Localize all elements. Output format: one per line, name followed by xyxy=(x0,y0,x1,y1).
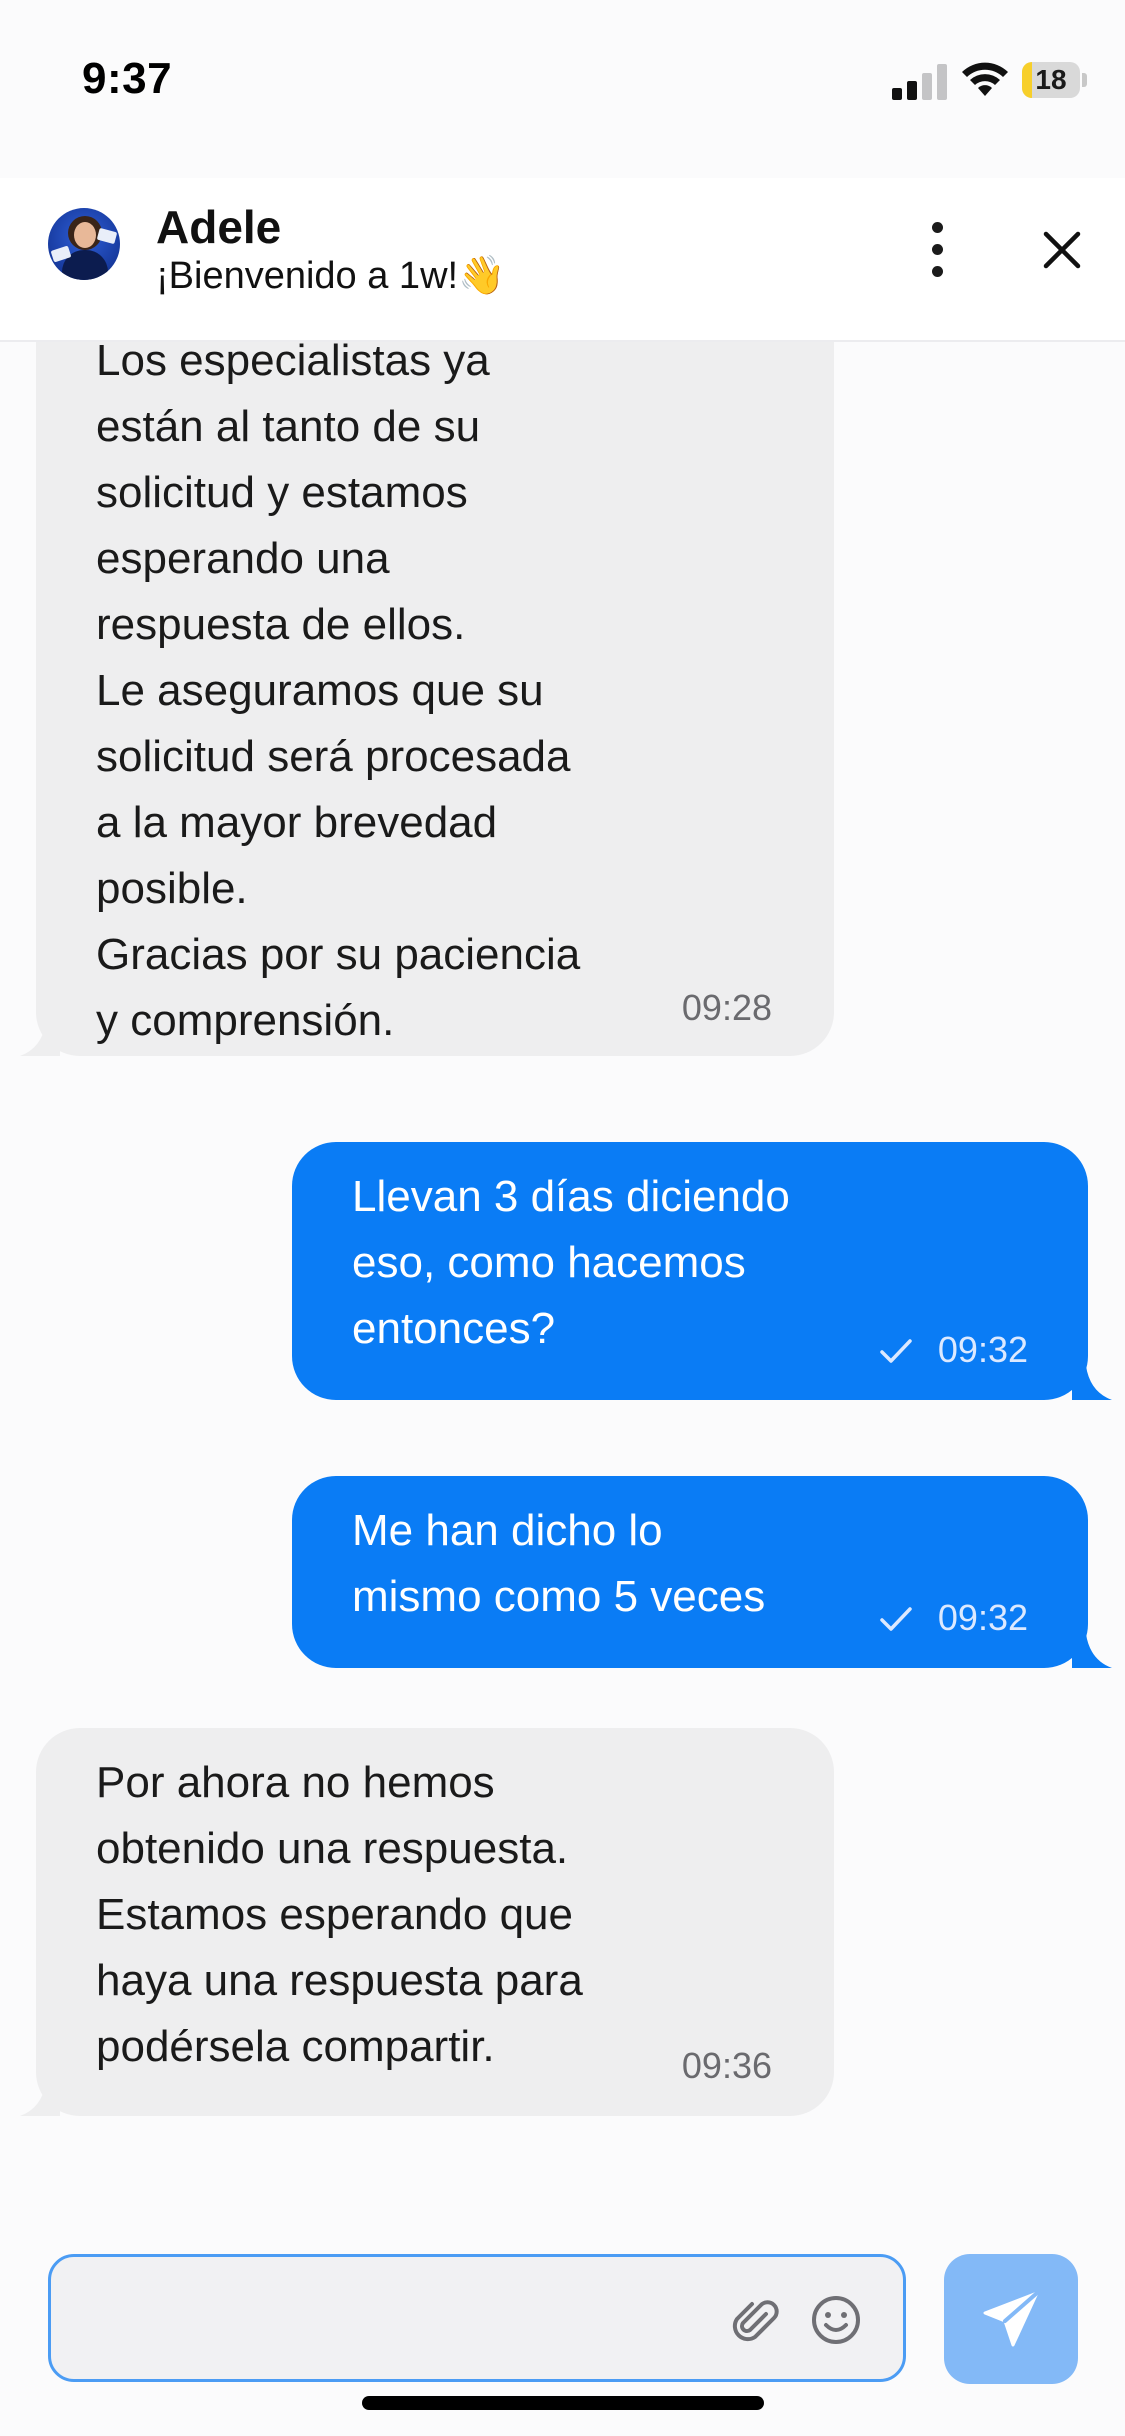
message-list[interactable]: Los especialistas ya están al tanto de s… xyxy=(0,342,1125,2232)
contact-name: Adele xyxy=(156,201,282,253)
check-icon xyxy=(880,1607,912,1631)
message-outgoing[interactable]: Llevan 3 días diciendo eso, como hacemos… xyxy=(292,1142,1088,1400)
bubble-tail xyxy=(1072,1366,1112,1400)
battery-icon: 18 xyxy=(1022,62,1087,98)
status-bar: 9:37 18 xyxy=(0,0,1125,150)
status-time: 9:37 xyxy=(82,54,173,103)
bubble-tail xyxy=(1072,1634,1112,1668)
message-time: 09:36 xyxy=(681,2045,772,2086)
send-icon xyxy=(983,2291,1039,2347)
attach-button[interactable] xyxy=(728,2294,784,2350)
message-text: Los especialistas ya están al tanto de s… xyxy=(96,342,581,1045)
message-time: 09:32 xyxy=(937,1597,1028,1638)
more-options-button[interactable] xyxy=(912,214,964,286)
chat-screen: 9:37 18 Adele ¡Bienvenido a 1w!👋 Los esp… xyxy=(0,0,1125,2436)
message-time: 09:28 xyxy=(681,987,772,1028)
emoji-button[interactable] xyxy=(808,2292,864,2348)
message-text: Me han dicho lo mismo como 5 veces xyxy=(352,1506,766,1621)
battery-level: 18 xyxy=(1035,64,1067,95)
bubble-tail xyxy=(20,1022,60,1056)
send-button[interactable] xyxy=(944,2254,1078,2384)
message-text: Llevan 3 días diciendo eso, como hacemos… xyxy=(352,1172,790,1353)
message-incoming[interactable]: Los especialistas ya están al tanto de s… xyxy=(36,342,834,1056)
avatar[interactable] xyxy=(48,208,120,280)
close-button[interactable] xyxy=(1036,218,1088,282)
wifi-icon xyxy=(962,62,1008,96)
more-vertical-icon xyxy=(932,222,943,233)
message-incoming[interactable]: Por ahora no hemos obtenido una respuest… xyxy=(36,1728,834,2116)
check-icon xyxy=(880,1339,912,1363)
bubble-tail xyxy=(20,2082,60,2116)
close-icon xyxy=(1043,231,1081,269)
signal-icon xyxy=(892,64,947,100)
paperclip-icon xyxy=(732,2300,779,2342)
home-indicator[interactable] xyxy=(362,2396,764,2410)
message-time: 09:32 xyxy=(937,1329,1028,1370)
contact-subtitle: ¡Bienvenido a 1w!👋 xyxy=(156,255,506,297)
message-text: Por ahora no hemos obtenido una respuest… xyxy=(96,1758,583,2071)
message-outgoing[interactable]: Me han dicho lo mismo como 5 veces 09:32 xyxy=(292,1476,1088,1668)
emoji-icon xyxy=(812,2296,860,2344)
chat-header: Adele ¡Bienvenido a 1w!👋 xyxy=(0,178,1125,342)
